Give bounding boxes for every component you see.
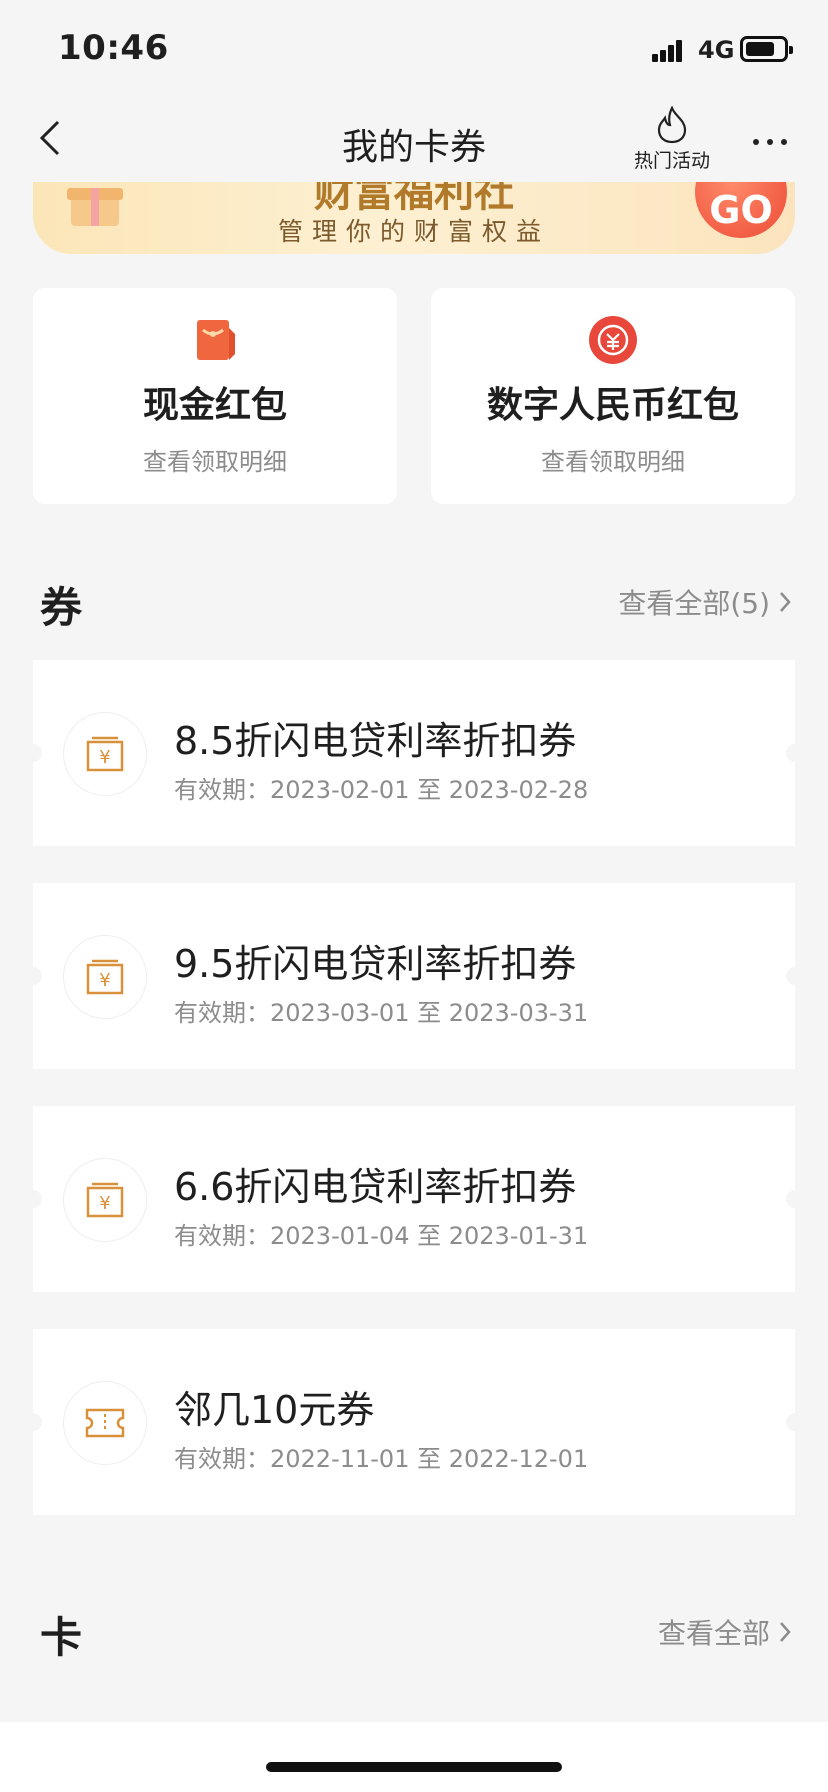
hot-activities-label: 热门活动	[633, 150, 710, 172]
cards-section-title: 卡	[40, 1613, 83, 1662]
coupons-section-header: 券 查看全部(5)	[0, 570, 828, 632]
coupon-validity: 有效期：2023-02-01 至 2023-02-28	[174, 776, 589, 804]
digital-rmb-red-envelope-card[interactable]: 数字人民币红包 查看领取明细	[431, 288, 795, 504]
entry-title: 现金红包	[142, 385, 287, 426]
network-type: 4G	[698, 36, 735, 64]
cash-red-envelope-card[interactable]: 现金红包 查看领取明细	[33, 288, 397, 504]
svg-text:¥: ¥	[99, 1193, 110, 1214]
yuan-coupon-icon: ¥	[63, 1158, 147, 1242]
coupon-title: 6.6折闪电贷利率折扣券	[174, 1165, 577, 1209]
more-button[interactable]	[748, 120, 792, 160]
coupon-validity: 有效期：2022-11-01 至 2022-12-01	[174, 1445, 589, 1473]
flame-icon	[657, 106, 687, 144]
ticket-icon	[63, 1381, 147, 1465]
svg-text:¥: ¥	[99, 970, 110, 991]
more-dots-icon	[753, 139, 787, 145]
home-indicator[interactable]	[266, 1762, 562, 1772]
chevron-right-icon	[780, 592, 791, 612]
entry-title: 数字人民币红包	[486, 385, 739, 426]
view-all-label: 查看全部	[657, 1617, 770, 1650]
yuan-coupon-icon: ¥	[63, 935, 147, 1019]
yuan-coupon-icon: ¥	[63, 712, 147, 796]
hot-activities-button[interactable]: 热门活动	[620, 106, 724, 178]
status-time: 10:46	[58, 28, 169, 68]
coupon-title: 8.5折闪电贷利率折扣券	[174, 719, 577, 763]
digital-rmb-icon	[587, 314, 639, 366]
bottom-safe-area	[0, 1722, 828, 1792]
status-bar: 10:46 4G	[0, 0, 828, 100]
banner-subtitle: 管理你的财富权益	[277, 217, 550, 246]
nav-bar: 我的卡券 热门活动	[0, 100, 828, 182]
coupon-validity: 有效期：2023-01-04 至 2023-01-31	[174, 1222, 589, 1250]
view-all-label: 查看全部(5)	[618, 587, 770, 620]
svg-text:¥: ¥	[99, 747, 110, 768]
coupons-view-all-link[interactable]: 查看全部(5)	[618, 582, 792, 622]
coupon-title: 邻几10元券	[174, 1388, 375, 1432]
wealth-benefits-banner[interactable]: 财富福利社 管理你的财富权益 GO	[33, 182, 795, 254]
coupon-title: 9.5折闪电贷利率折扣券	[174, 942, 577, 986]
entry-subtitle: 查看领取明细	[143, 448, 287, 476]
coupon-validity: 有效期：2023-03-01 至 2023-03-31	[174, 999, 589, 1027]
battery-icon	[740, 36, 793, 62]
coupon-card[interactable]: 邻几10元券 有效期：2022-11-01 至 2022-12-01	[24, 1329, 804, 1515]
chevron-right-icon	[780, 1622, 791, 1642]
coupon-card[interactable]: ¥ 6.6折闪电贷利率折扣券 有效期：2023-01-04 至 2023-01-…	[24, 1106, 804, 1292]
cards-view-all-link[interactable]: 查看全部	[658, 1612, 792, 1652]
signal-icon	[652, 38, 690, 62]
cards-section-header: 卡 查看全部	[0, 1600, 828, 1662]
entry-subtitle: 查看领取明细	[541, 448, 685, 476]
coupons-section-title: 券	[40, 583, 83, 632]
coupon-card[interactable]: ¥ 8.5折闪电贷利率折扣券 有效期：2023-02-01 至 2023-02-…	[24, 660, 804, 846]
red-envelope-icon	[189, 314, 241, 366]
coupon-card[interactable]: ¥ 9.5折闪电贷利率折扣券 有效期：2023-03-01 至 2023-03-…	[24, 883, 804, 1069]
